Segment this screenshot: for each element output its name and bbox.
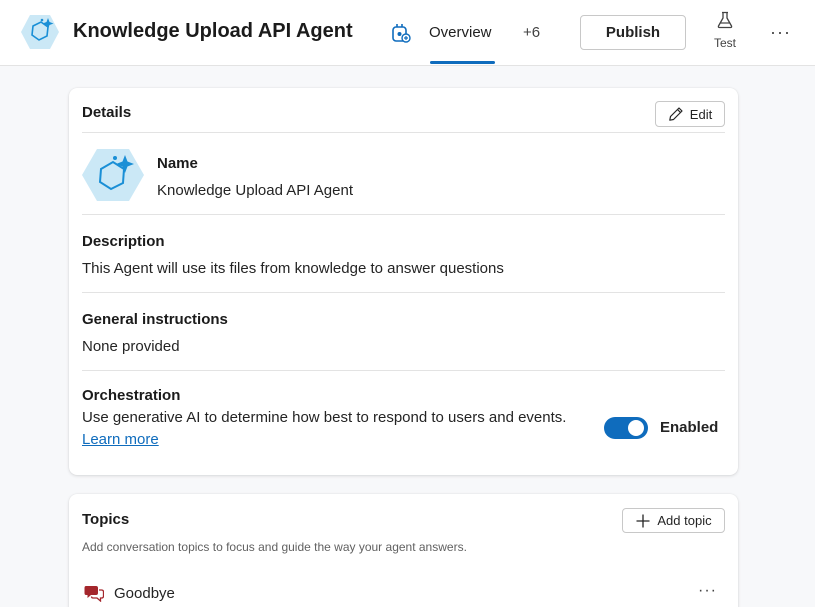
topics-title: Topics: [82, 511, 130, 528]
top-header: Knowledge Upload API Agent Overview +6 P…: [0, 0, 815, 66]
orchestration-value: Use generative AI to determine how best …: [82, 409, 567, 426]
test-button[interactable]: Test: [704, 11, 746, 53]
instructions-label: General instructions: [82, 311, 228, 328]
topic-name: Goodbye: [114, 585, 175, 602]
more-options-icon[interactable]: ···: [770, 22, 792, 42]
name-label: Name: [157, 155, 198, 172]
topic-row[interactable]: Goodbye ···: [82, 582, 725, 606]
chat-bubbles-icon: [84, 586, 104, 602]
topics-card: Topics Add topic Add conversation topics…: [69, 494, 738, 607]
divider: [82, 370, 725, 371]
add-topic-button[interactable]: Add topic: [622, 508, 725, 533]
details-card: Details Edit Name Knowledge Upload API A…: [69, 88, 738, 475]
test-label: Test: [713, 36, 736, 50]
details-title: Details: [82, 104, 132, 121]
agent-title: Knowledge Upload API Agent: [73, 20, 353, 42]
add-topic-label: Add topic: [657, 513, 712, 528]
agent-avatar-icon: [82, 149, 144, 201]
description-value: This Agent will use its files from knowl…: [82, 260, 504, 277]
publish-button[interactable]: Publish: [580, 15, 686, 50]
agent-logo-icon: [21, 15, 59, 49]
orchestration-label: Orchestration: [82, 387, 181, 404]
orchestration-toggle[interactable]: [604, 417, 648, 439]
topics-description: Add conversation topics to focus and gui…: [82, 540, 467, 554]
tab-selected-indicator: [430, 61, 495, 64]
description-label: Description: [82, 233, 165, 250]
toggle-knob: [628, 420, 644, 436]
tab-more-tabs[interactable]: +6: [523, 24, 540, 41]
agent-settings-icon[interactable]: [390, 22, 412, 44]
divider: [82, 292, 725, 293]
topic-more-icon[interactable]: ···: [698, 582, 717, 600]
name-value: Knowledge Upload API Agent: [157, 182, 353, 199]
flask-icon: [717, 11, 733, 29]
plus-icon: [636, 514, 650, 527]
learn-more-link[interactable]: Learn more: [82, 431, 159, 448]
pencil-icon: [668, 107, 683, 121]
toggle-label: Enabled: [660, 419, 719, 436]
edit-button[interactable]: Edit: [655, 101, 725, 127]
divider: [82, 132, 725, 133]
tab-overview[interactable]: Overview: [429, 24, 492, 41]
instructions-value: None provided: [82, 338, 180, 355]
edit-label: Edit: [689, 106, 713, 122]
divider: [82, 214, 725, 215]
